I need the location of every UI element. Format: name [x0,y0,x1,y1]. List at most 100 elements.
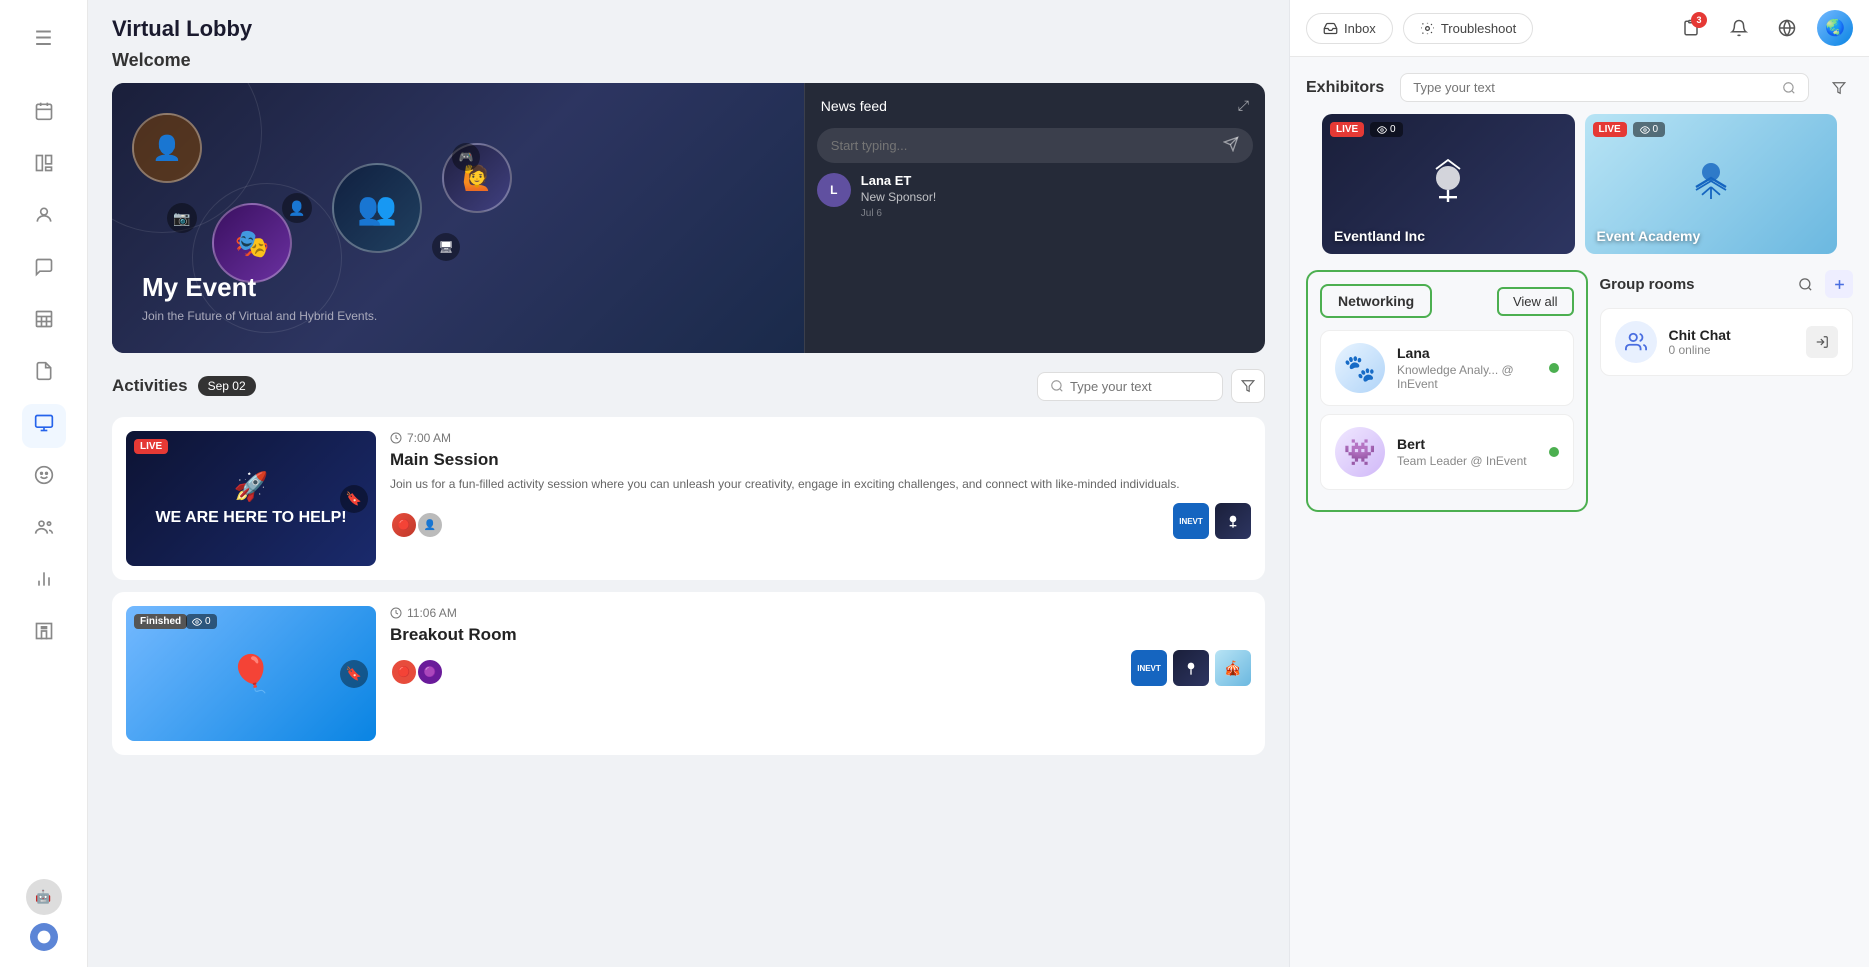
group-room-chit-chat[interactable]: Chit Chat 0 online [1600,308,1854,376]
globe-button[interactable] [1769,10,1805,46]
group-room-enter-button[interactable] [1806,326,1838,358]
sidebar-item-people[interactable] [22,196,66,240]
networking-tab[interactable]: Networking [1320,284,1432,318]
menu-icon: ☰ [35,26,53,51]
sidebar-item-menu[interactable]: ☰ [22,16,66,60]
activity-sponsors-main-session: INEVT [1173,503,1251,539]
sponsor-icon [1223,511,1243,531]
notifications-button[interactable]: 3 [1673,10,1709,46]
networking-card-bert[interactable]: 👾 Bert Team Leader @ InEvent [1320,414,1574,490]
sidebar-item-chat[interactable] [22,248,66,292]
users-icon [34,517,54,543]
exhibitors-filter-button[interactable] [1825,74,1853,102]
notification-badge: 3 [1691,12,1707,28]
send-icon[interactable] [1223,136,1239,155]
networking-avatar-lana: 🐾 [1335,343,1385,393]
hero-badge-1: 📷 [167,203,197,233]
online-dot-bert [1549,447,1559,457]
expand-icon[interactable]: ⤢ [1238,97,1249,114]
monitor-icon [34,413,54,439]
topbar-icons: 3 🌏 [1673,10,1853,46]
activities-search-input-wrap[interactable] [1037,372,1223,401]
mask-icon [34,465,54,491]
bookmark-button-breakout-room[interactable]: 🔖 [340,660,368,688]
sidebar-item-chart[interactable] [22,560,66,604]
group-rooms-search-icon [1798,277,1813,292]
exhibitors-search-icon [1782,81,1796,95]
activities-header: Activities Sep 02 [112,369,1265,403]
activity-desc-main-session: Join us for a fun-filled activity sessio… [390,475,1251,493]
building-icon [34,621,54,647]
filter-icon [1241,379,1255,393]
sidebar-item-calendar[interactable] [22,92,66,136]
activity-sponsors-breakout-room: INEVT 🎪 [1131,650,1251,686]
activity-avatars-main-session: 🔴 👤 [390,511,444,539]
sidebar-item-users[interactable] [22,508,66,552]
news-feed-input[interactable] [831,138,1215,153]
hero-badge-3: 🖥 [432,233,460,261]
message-content: Lana ET New Sponsor! Jul 6 [861,173,1253,219]
right-panel: Inbox Troubleshoot 3 🌏 Exhibitors [1289,0,1869,967]
activities-title: Activities [112,376,188,396]
exhibitor-card-eventland[interactable]: LIVE 0 Eventland Inc [1322,114,1575,254]
page-title: Virtual Lobby [112,16,252,41]
participant-avatar-br-1: 🔴 [390,658,418,686]
activities-search-input[interactable] [1070,379,1210,394]
exhibitor-views-eventland: 0 [1370,122,1403,137]
exhibitor-live-badge-event-academy: LIVE [1593,122,1627,137]
logo-mark [30,923,58,951]
time-text-breakout-room: 11:06 AM [407,606,457,620]
activity-card-breakout-room: 🎈 Finished 0 🔖 11:06 AM Breakout Room 🔴 [112,592,1265,755]
avatar[interactable]: 🤖 [26,879,62,915]
views-eye-icon-1 [1377,125,1387,135]
news-feed-panel: News feed ⤢ L Lana ET New Sponsor! Jul 6 [804,83,1265,353]
finished-badge-breakout-room: Finished [134,614,187,629]
group-rooms-title: Group rooms [1600,276,1695,293]
networking-info-lana: Lana Knowledge Analy... @ InEvent [1397,345,1537,391]
sponsor-logo-2 [1215,503,1251,539]
activities-filter-button[interactable] [1231,369,1265,403]
troubleshoot-button[interactable]: Troubleshoot [1403,13,1533,44]
chart-icon [34,569,54,595]
sidebar-item-building[interactable] [22,612,66,656]
eye-count-breakout-room: 0 [186,614,217,629]
bookmark-button-main-session[interactable]: 🔖 [340,485,368,513]
message-text: New Sponsor! [861,190,1253,204]
layout-icon [34,153,54,179]
hero-text: My Event Join the Future of Virtual and … [142,272,377,323]
exhibitors-search-input[interactable] [1413,80,1774,95]
doc-icon [34,361,54,387]
chat-icon [34,257,54,283]
sidebar-item-monitor[interactable] [22,404,66,448]
activity-thumb-main-session[interactable]: 🚀 WE ARE HERE TO HELP! LIVE 🔖 [126,431,376,566]
sidebar-item-table[interactable] [22,300,66,344]
clock-icon [390,432,402,444]
sponsor-logo-1: INEVT [1173,503,1209,539]
activity-thumb-breakout-room[interactable]: 🎈 Finished 0 🔖 [126,606,376,741]
activity-bottom-main-session: 🔴 👤 INEVT [390,503,1251,539]
exhibitors-search-wrap[interactable] [1400,73,1809,102]
bell-button[interactable] [1721,10,1757,46]
exhibitors-filter-icon [1832,81,1846,95]
group-rooms-search-button[interactable] [1791,270,1819,298]
networking-card-lana[interactable]: 🐾 Lana Knowledge Analy... @ InEvent [1320,330,1574,406]
thumb-helpdesk-text: WE ARE HERE TO HELP! [155,509,346,527]
sidebar-item-mask[interactable] [22,456,66,500]
inbox-button[interactable]: Inbox [1306,13,1393,44]
hero-left: 👤 🎭 👥 🙋 📷 👤 🖥 [112,83,804,353]
participant-avatar-br-2: 🟣 [416,658,444,686]
hero-event-desc: Join the Future of Virtual and Hybrid Ev… [142,309,377,323]
sidebar-item-layout[interactable] [22,144,66,188]
exhibitor-card-event-academy[interactable]: LIVE 0 Event Academy [1585,114,1838,254]
view-all-button[interactable]: View all [1497,287,1574,316]
views-eye-icon-2 [1640,125,1650,135]
participant-avatar-2: 👤 [416,511,444,539]
networking-name-bert: Bert [1397,436,1527,452]
activities-section: Activities Sep 02 🚀 WE ARE HERE TO HELP! [88,353,1289,783]
hero-avatar-1: 👤 [132,113,202,183]
news-feed-input-wrap[interactable] [817,128,1253,163]
avatar-button[interactable]: 🌏 [1817,10,1853,46]
sidebar-item-doc[interactable] [22,352,66,396]
group-room-icon-chit-chat [1615,321,1657,363]
group-rooms-add-button[interactable] [1825,270,1853,298]
